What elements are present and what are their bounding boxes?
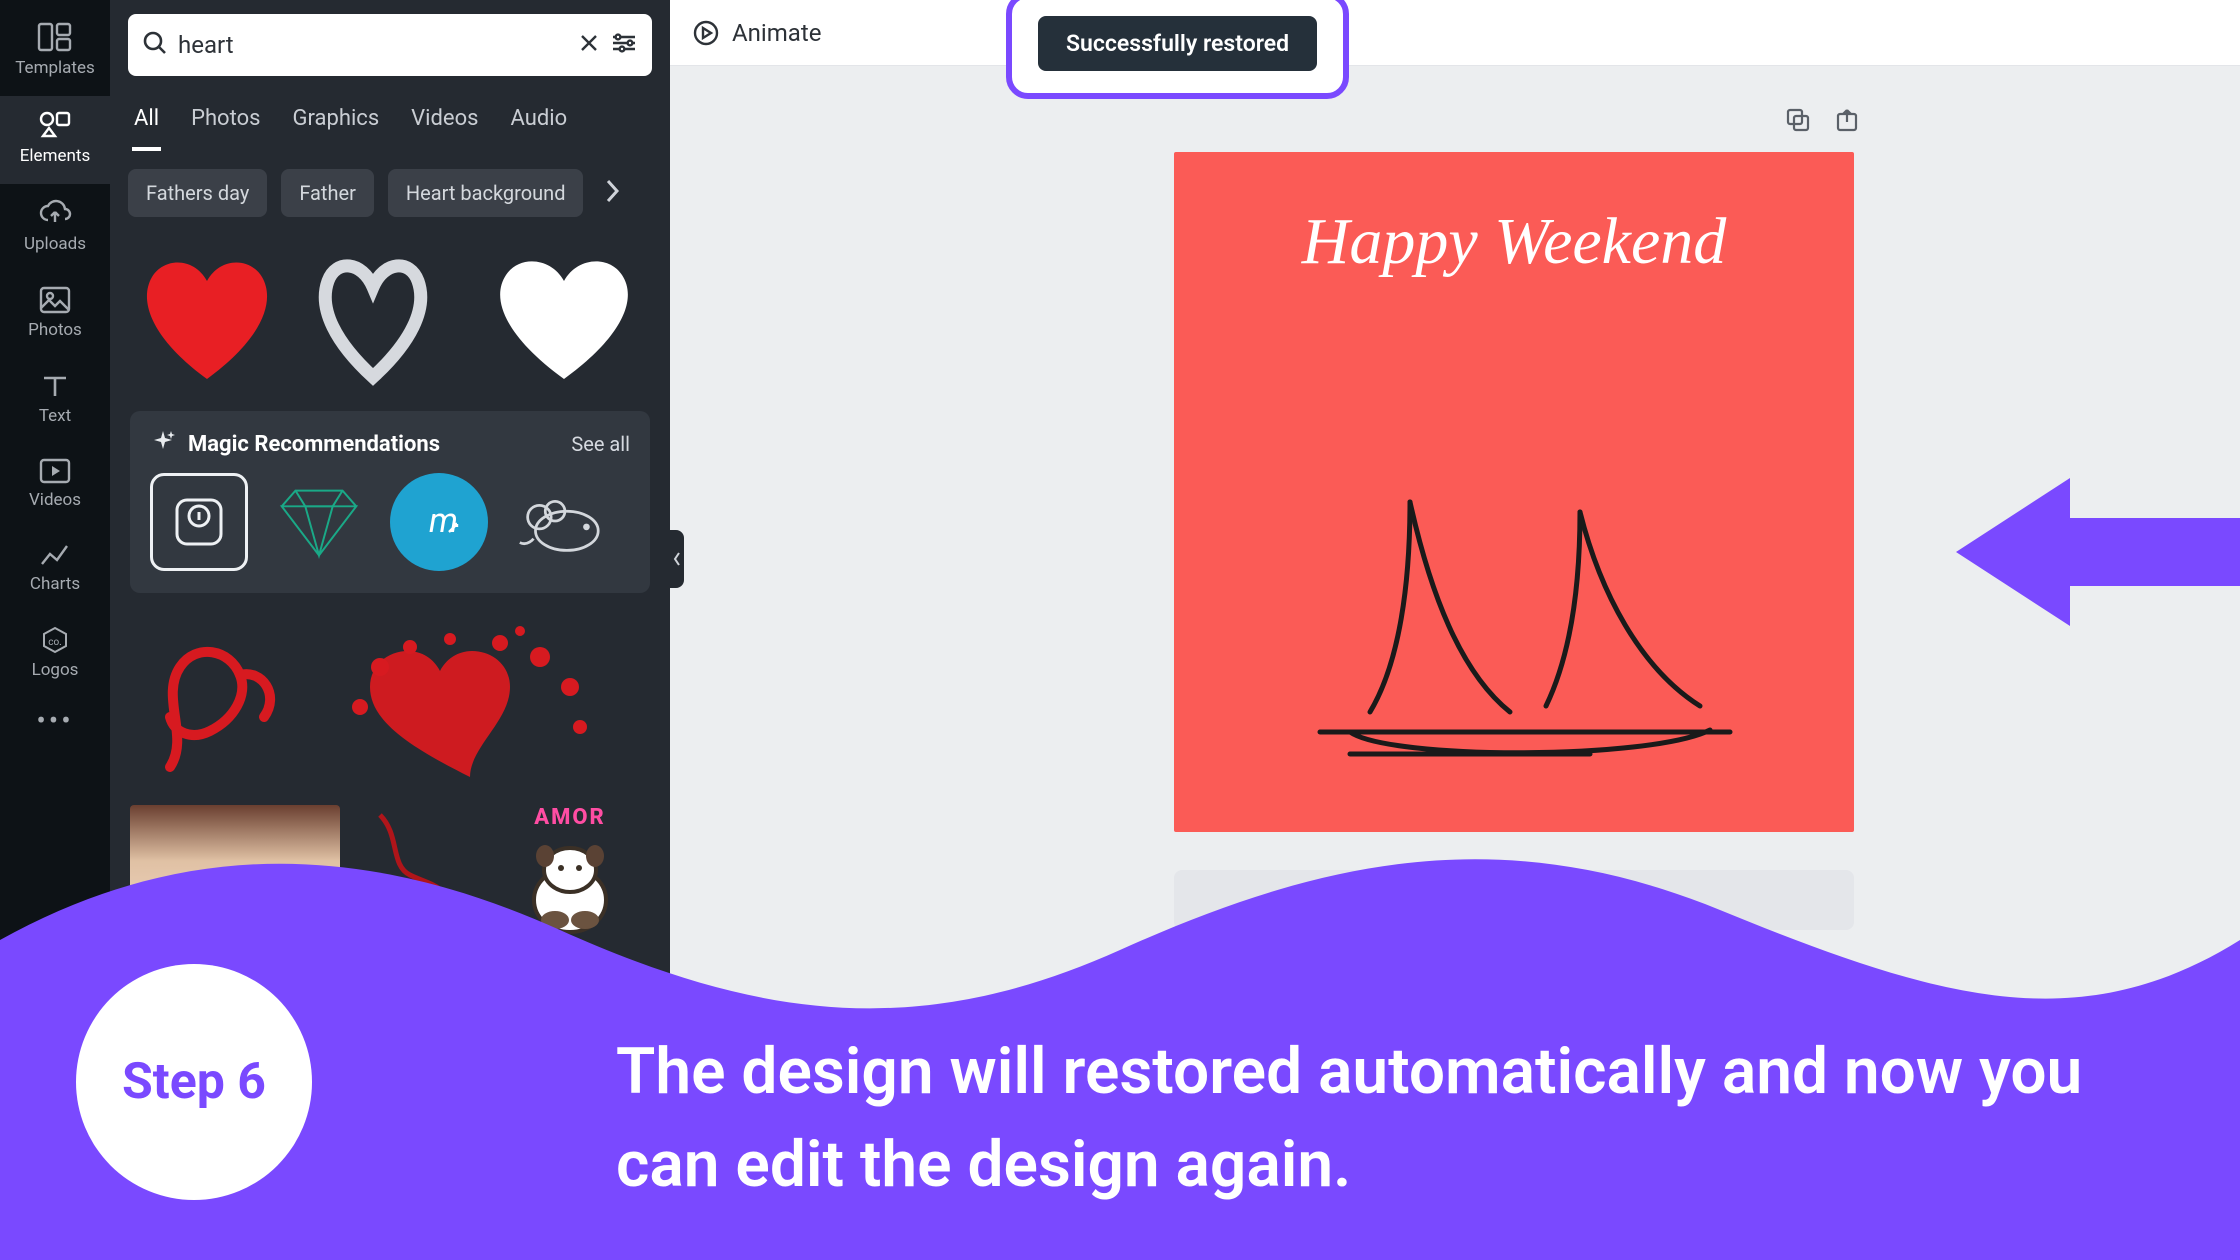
rail-label: Logos xyxy=(0,660,110,680)
tab-graphics[interactable]: Graphics xyxy=(291,96,382,151)
elements-results: Magic Recommendations See all m xyxy=(110,231,670,1260)
rail-label: Uploads xyxy=(0,234,110,254)
chip[interactable]: Father xyxy=(281,169,374,217)
element-red-string[interactable] xyxy=(360,805,480,945)
rail-item-photos[interactable]: Photos xyxy=(0,272,110,358)
text-icon xyxy=(40,372,70,400)
result-tabs: All Photos Graphics Videos Audio xyxy=(110,86,670,151)
tab-all[interactable]: All xyxy=(132,96,161,151)
rec-item-mouse[interactable] xyxy=(510,473,608,571)
tab-audio[interactable]: Audio xyxy=(509,96,570,151)
design-canvas[interactable]: Happy Weekend xyxy=(1174,152,1854,832)
editor-topbar: Animate xyxy=(670,0,2240,66)
search-bar xyxy=(128,14,652,76)
tab-photos[interactable]: Photos xyxy=(189,96,262,151)
templates-icon xyxy=(37,22,73,52)
animate-icon xyxy=(692,19,720,47)
left-rail: Templates Elements Uploads Photos Text V… xyxy=(0,0,110,1260)
cloud-upload-icon xyxy=(38,198,72,228)
sailboat-graphic[interactable] xyxy=(1260,482,1770,782)
svg-text:co.: co. xyxy=(48,637,62,648)
logo-icon: co. xyxy=(40,626,70,654)
rail-label: Videos xyxy=(0,490,110,510)
animate-button[interactable]: Animate xyxy=(692,19,821,47)
magic-title: Magic Recommendations xyxy=(188,432,440,457)
element-amor-sticker[interactable]: AMOR xyxy=(500,805,640,945)
annotation-arrow-icon xyxy=(1950,472,2240,632)
collapse-panel-icon[interactable] xyxy=(670,530,684,588)
toast-highlight: Successfully restored xyxy=(1006,0,1349,99)
rail-item-videos[interactable]: Videos xyxy=(0,444,110,528)
element-ribbon-heart[interactable] xyxy=(130,617,300,787)
toast-text: Successfully restored xyxy=(1066,30,1289,57)
chip[interactable]: Fathers day xyxy=(128,169,267,217)
chevron-right-icon[interactable] xyxy=(597,171,627,215)
element-heart-outline[interactable] xyxy=(308,247,458,387)
magic-see-all-link[interactable]: See all xyxy=(571,432,630,456)
element-photo-woman[interactable] xyxy=(130,805,340,945)
amor-label: AMOR xyxy=(500,805,640,830)
photo-icon xyxy=(39,286,71,314)
rec-item-diamond[interactable] xyxy=(270,473,368,571)
rail-item-charts[interactable]: Charts xyxy=(0,528,110,612)
rail-label: Text xyxy=(0,406,110,426)
rail-label: Templates xyxy=(0,58,110,78)
suggestion-chips: Fathers day Father Heart background xyxy=(110,151,670,231)
toast-restored: Successfully restored xyxy=(1038,16,1317,71)
canvas-title-text[interactable]: Happy Weekend xyxy=(1174,152,1854,280)
tab-videos[interactable]: Videos xyxy=(409,96,480,151)
search-icon xyxy=(142,30,168,60)
elements-panel: All Photos Graphics Videos Audio Fathers… xyxy=(110,0,670,1260)
video-icon xyxy=(39,458,71,484)
export-page-icon[interactable] xyxy=(1834,106,1860,138)
element-heart-white[interactable] xyxy=(484,247,634,387)
page-tools xyxy=(1784,106,1860,138)
add-page-button[interactable]: + Add page xyxy=(1174,870,1854,930)
add-page-label: + Add page xyxy=(1459,888,1570,913)
chart-icon xyxy=(39,542,71,568)
rail-label: Elements xyxy=(0,146,110,166)
canvas-area: Animate Successfully restored Happy Week… xyxy=(670,0,2240,1260)
rec-item-scale[interactable] xyxy=(150,473,248,571)
elements-icon xyxy=(37,110,73,140)
clear-icon[interactable] xyxy=(578,32,600,58)
magic-recommendations: Magic Recommendations See all m xyxy=(130,411,650,593)
duplicate-page-icon[interactable] xyxy=(1784,106,1812,138)
rail-item-elements[interactable]: Elements xyxy=(0,96,110,184)
rail-item-text[interactable]: Text xyxy=(0,358,110,444)
rec-item-badge[interactable]: m xyxy=(390,473,488,571)
rail-item-logos[interactable]: co. Logos xyxy=(0,612,110,698)
svg-text:m: m xyxy=(429,501,458,541)
rail-item-templates[interactable]: Templates xyxy=(0,8,110,96)
sparkle-icon xyxy=(150,429,176,459)
animate-label: Animate xyxy=(732,19,821,47)
chip[interactable]: Heart background xyxy=(388,169,584,217)
filter-sliders-icon[interactable] xyxy=(610,31,638,59)
rail-label: Charts xyxy=(0,574,110,594)
rail-more-icon[interactable]: ••• xyxy=(36,704,73,737)
rail-item-uploads[interactable]: Uploads xyxy=(0,184,110,272)
element-heart-red[interactable] xyxy=(132,247,282,387)
rail-label: Photos xyxy=(0,320,110,340)
search-input[interactable] xyxy=(178,31,568,59)
element-many-hearts[interactable] xyxy=(320,617,620,787)
